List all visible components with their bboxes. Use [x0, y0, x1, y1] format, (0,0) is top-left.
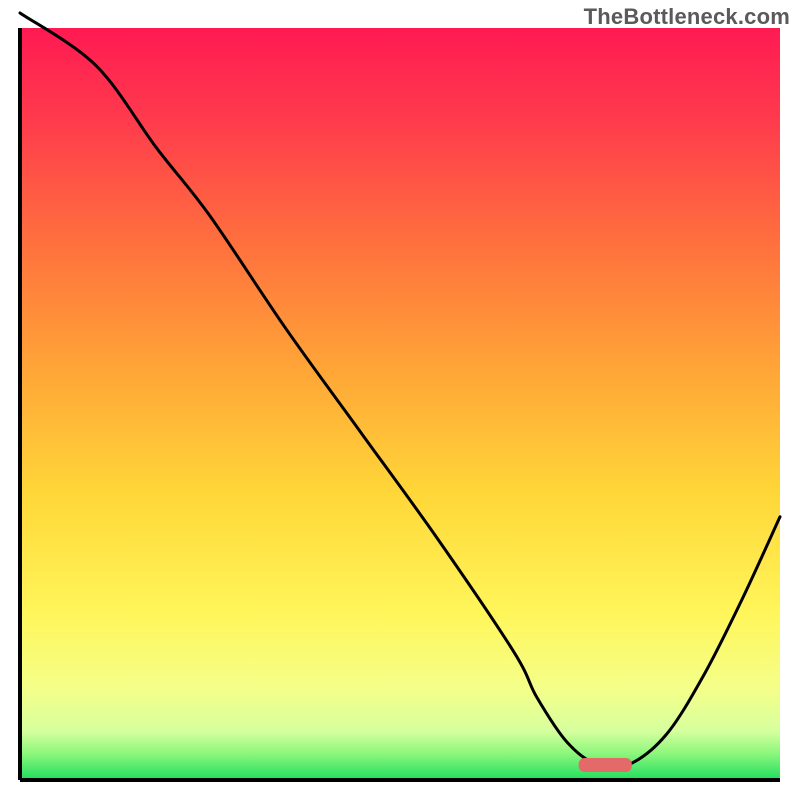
sweet-spot-marker: [579, 758, 632, 772]
chart-stage: TheBottleneck.com: [0, 0, 800, 800]
bottleneck-chart: [0, 0, 800, 800]
watermark-text: TheBottleneck.com: [584, 4, 790, 30]
plot-background: [20, 28, 780, 780]
